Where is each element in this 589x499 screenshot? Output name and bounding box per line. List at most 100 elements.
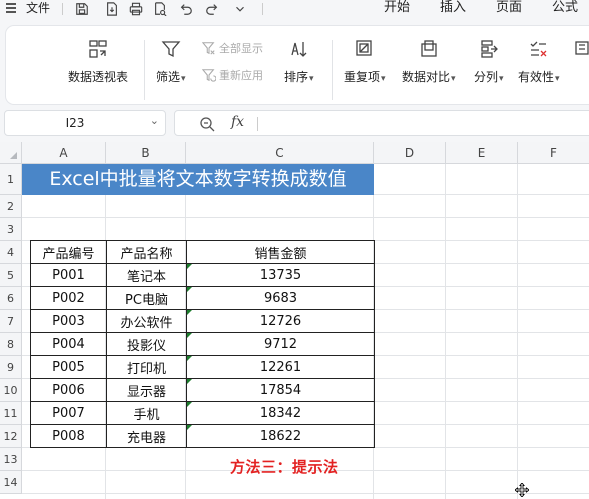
- move-cursor-icon: [515, 483, 529, 497]
- chevron-down-icon[interactable]: ⌄: [150, 114, 159, 127]
- column-header-c[interactable]: C: [186, 142, 374, 164]
- cell-product-name[interactable]: 投影仪: [106, 332, 187, 356]
- cell-sales-amount[interactable]: 17854: [186, 378, 375, 402]
- cell-sales-amount[interactable]: 18342: [186, 401, 375, 425]
- row-header-5[interactable]: 5: [0, 264, 22, 287]
- cell-product-name[interactable]: 办公软件: [106, 309, 187, 333]
- validity-icon: [528, 38, 550, 60]
- column-header-b[interactable]: B: [106, 142, 186, 164]
- menu-icon[interactable]: [6, 3, 16, 13]
- print-preview-icon[interactable]: [152, 1, 168, 17]
- fx-icon[interactable]: fx: [231, 114, 244, 130]
- validity-button[interactable]: 有效性▾: [518, 38, 560, 85]
- cell-product-code[interactable]: P005: [30, 355, 107, 379]
- cell-sales-amount[interactable]: 18622: [186, 424, 375, 448]
- file-menu[interactable]: 文件: [26, 0, 50, 16]
- cell-product-code[interactable]: P001: [30, 263, 107, 287]
- row-header-4[interactable]: 4: [0, 241, 22, 264]
- export-pdf-icon[interactable]: [104, 1, 120, 17]
- row-header-1[interactable]: 1: [0, 164, 22, 195]
- cell-product-name[interactable]: PC电脑: [106, 286, 187, 310]
- sort-label: 排序: [284, 70, 309, 84]
- divider: [62, 3, 63, 15]
- divider: [332, 40, 333, 100]
- row-header-6[interactable]: 6: [0, 287, 22, 310]
- cell-sales-amount[interactable]: 9712: [186, 332, 375, 356]
- table-header-row: 产品编号 产品名称 销售金额: [30, 240, 375, 264]
- cell-product-name[interactable]: 充电器: [106, 424, 187, 448]
- chevron-down-icon[interactable]: [232, 1, 248, 17]
- header-product-name[interactable]: 产品名称: [106, 240, 187, 264]
- cell-product-name[interactable]: 笔记本: [106, 263, 187, 287]
- cell-sales-amount[interactable]: 13735: [186, 263, 375, 287]
- reapply-button[interactable]: 重新应用: [202, 67, 263, 83]
- more-tools-button[interactable]: [572, 38, 589, 60]
- row-header-12[interactable]: 12: [0, 425, 22, 448]
- row-header-7[interactable]: 7: [0, 310, 22, 333]
- table-row: P001 笔记本 13735: [30, 263, 375, 287]
- cell-sales-amount[interactable]: 12261: [186, 355, 375, 379]
- row-header-2[interactable]: 2: [0, 195, 22, 218]
- redo-icon[interactable]: [204, 1, 220, 17]
- tab-home[interactable]: 开始: [384, 0, 410, 16]
- cell-product-code[interactable]: P002: [30, 286, 107, 310]
- row-header-3[interactable]: 3: [0, 218, 22, 241]
- cell-product-name[interactable]: 显示器: [106, 378, 187, 402]
- zoom-icon[interactable]: [199, 116, 215, 132]
- table-row: P008 充电器 18622: [30, 424, 375, 448]
- save-icon[interactable]: [74, 1, 90, 17]
- split-column-button[interactable]: 分列▾: [474, 38, 504, 85]
- filter-label: 筛选: [156, 70, 181, 84]
- reapply-icon: [202, 69, 216, 82]
- header-sales-amount[interactable]: 销售金额: [186, 240, 375, 264]
- filter-button[interactable]: 筛选▾: [156, 38, 186, 85]
- row-header-11[interactable]: 11: [0, 402, 22, 425]
- divider: [262, 3, 263, 15]
- split-column-label: 分列: [474, 70, 499, 84]
- row-header-10[interactable]: 10: [0, 379, 22, 402]
- header-product-code[interactable]: 产品编号: [30, 240, 107, 264]
- column-header-f[interactable]: F: [518, 142, 589, 164]
- sheet-title-cell[interactable]: Excel中批量将文本数字转换成数值: [22, 164, 374, 195]
- cell-sales-amount[interactable]: 12726: [186, 309, 375, 333]
- method-note: 方法三：提示法: [230, 458, 339, 476]
- cell-product-name[interactable]: 手机: [106, 401, 187, 425]
- spreadsheet-grid[interactable]: A B C D E F 1 2 3 4 5 6 7 8 9 10 11 12 1…: [0, 142, 589, 499]
- formula-input[interactable]: fx: [174, 110, 589, 136]
- row-header-8[interactable]: 8: [0, 333, 22, 356]
- pivot-table-button[interactable]: 数据透视表: [68, 38, 128, 85]
- table-row: P003 办公软件 12726: [30, 309, 375, 333]
- print-icon[interactable]: [128, 1, 144, 17]
- row-header-14[interactable]: 14: [0, 471, 22, 494]
- menu-bar: 文件 开始 插入 页面 公式: [0, 0, 589, 18]
- table-row: P007 手机 18342: [30, 401, 375, 425]
- duplicates-button[interactable]: 重复项▾: [344, 38, 386, 85]
- column-header-d[interactable]: D: [374, 142, 446, 164]
- ribbon-panel: 数据透视表 筛选▾ 全部显示 重新应用 排序▾ 重复项▾ 数据对比▾ 分列▾ 有…: [6, 26, 589, 104]
- filter-icon: [160, 38, 182, 60]
- name-box[interactable]: I23 ⌄: [4, 110, 166, 136]
- duplicates-label: 重复项: [344, 70, 381, 84]
- column-header-e[interactable]: E: [446, 142, 518, 164]
- tab-formulas[interactable]: 公式: [552, 0, 578, 16]
- row-header-9[interactable]: 9: [0, 356, 22, 379]
- column-header-a[interactable]: A: [22, 142, 106, 164]
- tab-insert[interactable]: 插入: [440, 0, 466, 16]
- cell-product-code[interactable]: P008: [30, 424, 107, 448]
- row-header-13[interactable]: 13: [0, 448, 22, 471]
- cell-product-name[interactable]: 打印机: [106, 355, 187, 379]
- sort-button[interactable]: 排序▾: [284, 38, 314, 85]
- show-all-button[interactable]: 全部显示: [202, 40, 263, 56]
- sort-icon: [288, 38, 310, 60]
- data-compare-icon: [418, 38, 440, 60]
- cell-product-code[interactable]: P007: [30, 401, 107, 425]
- tab-page[interactable]: 页面: [496, 0, 522, 16]
- name-box-value: I23: [65, 116, 85, 130]
- data-compare-button[interactable]: 数据对比▾: [402, 38, 456, 85]
- cell-product-code[interactable]: P004: [30, 332, 107, 356]
- cell-sales-amount[interactable]: 9683: [186, 286, 375, 310]
- select-all-corner[interactable]: [0, 142, 22, 164]
- cell-product-code[interactable]: P006: [30, 378, 107, 402]
- undo-icon[interactable]: [178, 1, 194, 17]
- cell-product-code[interactable]: P003: [30, 309, 107, 333]
